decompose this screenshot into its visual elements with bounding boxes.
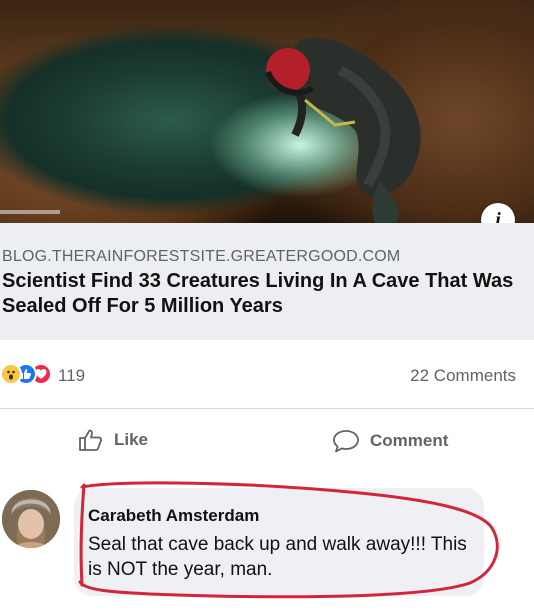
comment-bubble: Carabeth Amsterdam Seal that cave back u…: [74, 488, 484, 596]
cave-diver-illustration: [0, 37, 421, 223]
reactions-summary[interactable]: 119 22 Comments: [0, 355, 534, 395]
like-button[interactable]: Like: [78, 428, 148, 452]
link-headline[interactable]: Scientist Find 33 Creatures Living In A …: [2, 269, 522, 319]
comment-label: Comment: [370, 431, 449, 450]
like-label: Like: [114, 430, 149, 449]
thumbs-up-icon: [79, 429, 102, 451]
comment-author[interactable]: Carabeth Amsterdam: [88, 506, 259, 526]
comment-text: Seal that cave back up and walk away!!! …: [88, 534, 467, 580]
post-actions: Like Comment: [0, 420, 534, 464]
comment-button[interactable]: Comment: [332, 428, 448, 454]
comment: Carabeth Amsterdam Seal that cave back u…: [0, 478, 534, 611]
comments-count-link[interactable]: 22 Comments: [410, 366, 516, 386]
link-domain: BLOG.THERAINFORESTSITE.GREATERGOOD.COM: [2, 248, 401, 265]
divider: [0, 408, 534, 409]
speech-bubble-icon: [333, 430, 359, 453]
reaction-count[interactable]: 119: [58, 366, 85, 386]
wow-reaction-icon: [0, 363, 22, 385]
avatar[interactable]: [2, 490, 60, 548]
link-preview-image[interactable]: i: [0, 0, 534, 237]
link-preview-text[interactable]: BLOG.THERAINFORESTSITE.GREATERGOOD.COM S…: [0, 223, 534, 340]
